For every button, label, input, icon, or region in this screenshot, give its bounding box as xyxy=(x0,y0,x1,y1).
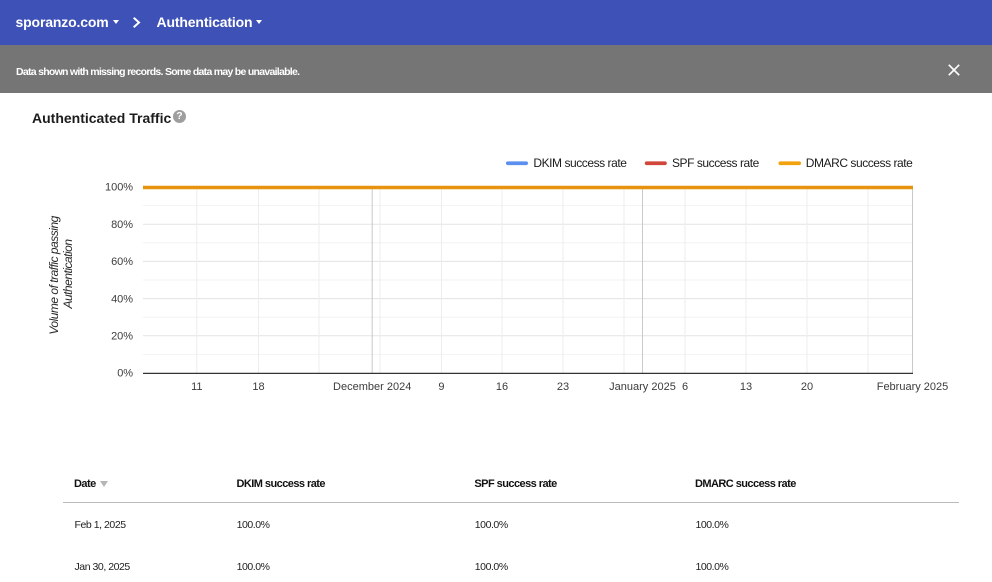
svg-text:December 2024: December 2024 xyxy=(333,381,411,393)
svg-text:DKIM success rate: DKIM success rate xyxy=(533,156,627,170)
svg-text:February 2025: February 2025 xyxy=(877,381,949,393)
svg-text:6: 6 xyxy=(682,381,688,393)
svg-text:20%: 20% xyxy=(111,331,133,343)
svg-text:Volume of traffic passing: Volume of traffic passing Authentication xyxy=(47,213,75,334)
svg-text:9: 9 xyxy=(438,381,444,393)
svg-text:11: 11 xyxy=(191,381,202,393)
svg-text:SPF success rate: SPF success rate xyxy=(672,156,760,170)
svg-text:23: 23 xyxy=(557,381,569,393)
svg-text:January 2025: January 2025 xyxy=(609,381,676,393)
svg-text:60%: 60% xyxy=(111,256,133,268)
svg-text:13: 13 xyxy=(740,381,752,393)
svg-text:80%: 80% xyxy=(111,219,133,231)
svg-text:DMARC success rate: DMARC success rate xyxy=(806,156,913,170)
svg-text:20: 20 xyxy=(801,381,813,393)
svg-text:18: 18 xyxy=(252,381,264,393)
svg-text:100%: 100% xyxy=(105,182,133,194)
svg-text:16: 16 xyxy=(496,381,508,393)
svg-text:40%: 40% xyxy=(111,293,133,305)
svg-text:0%: 0% xyxy=(117,368,133,380)
